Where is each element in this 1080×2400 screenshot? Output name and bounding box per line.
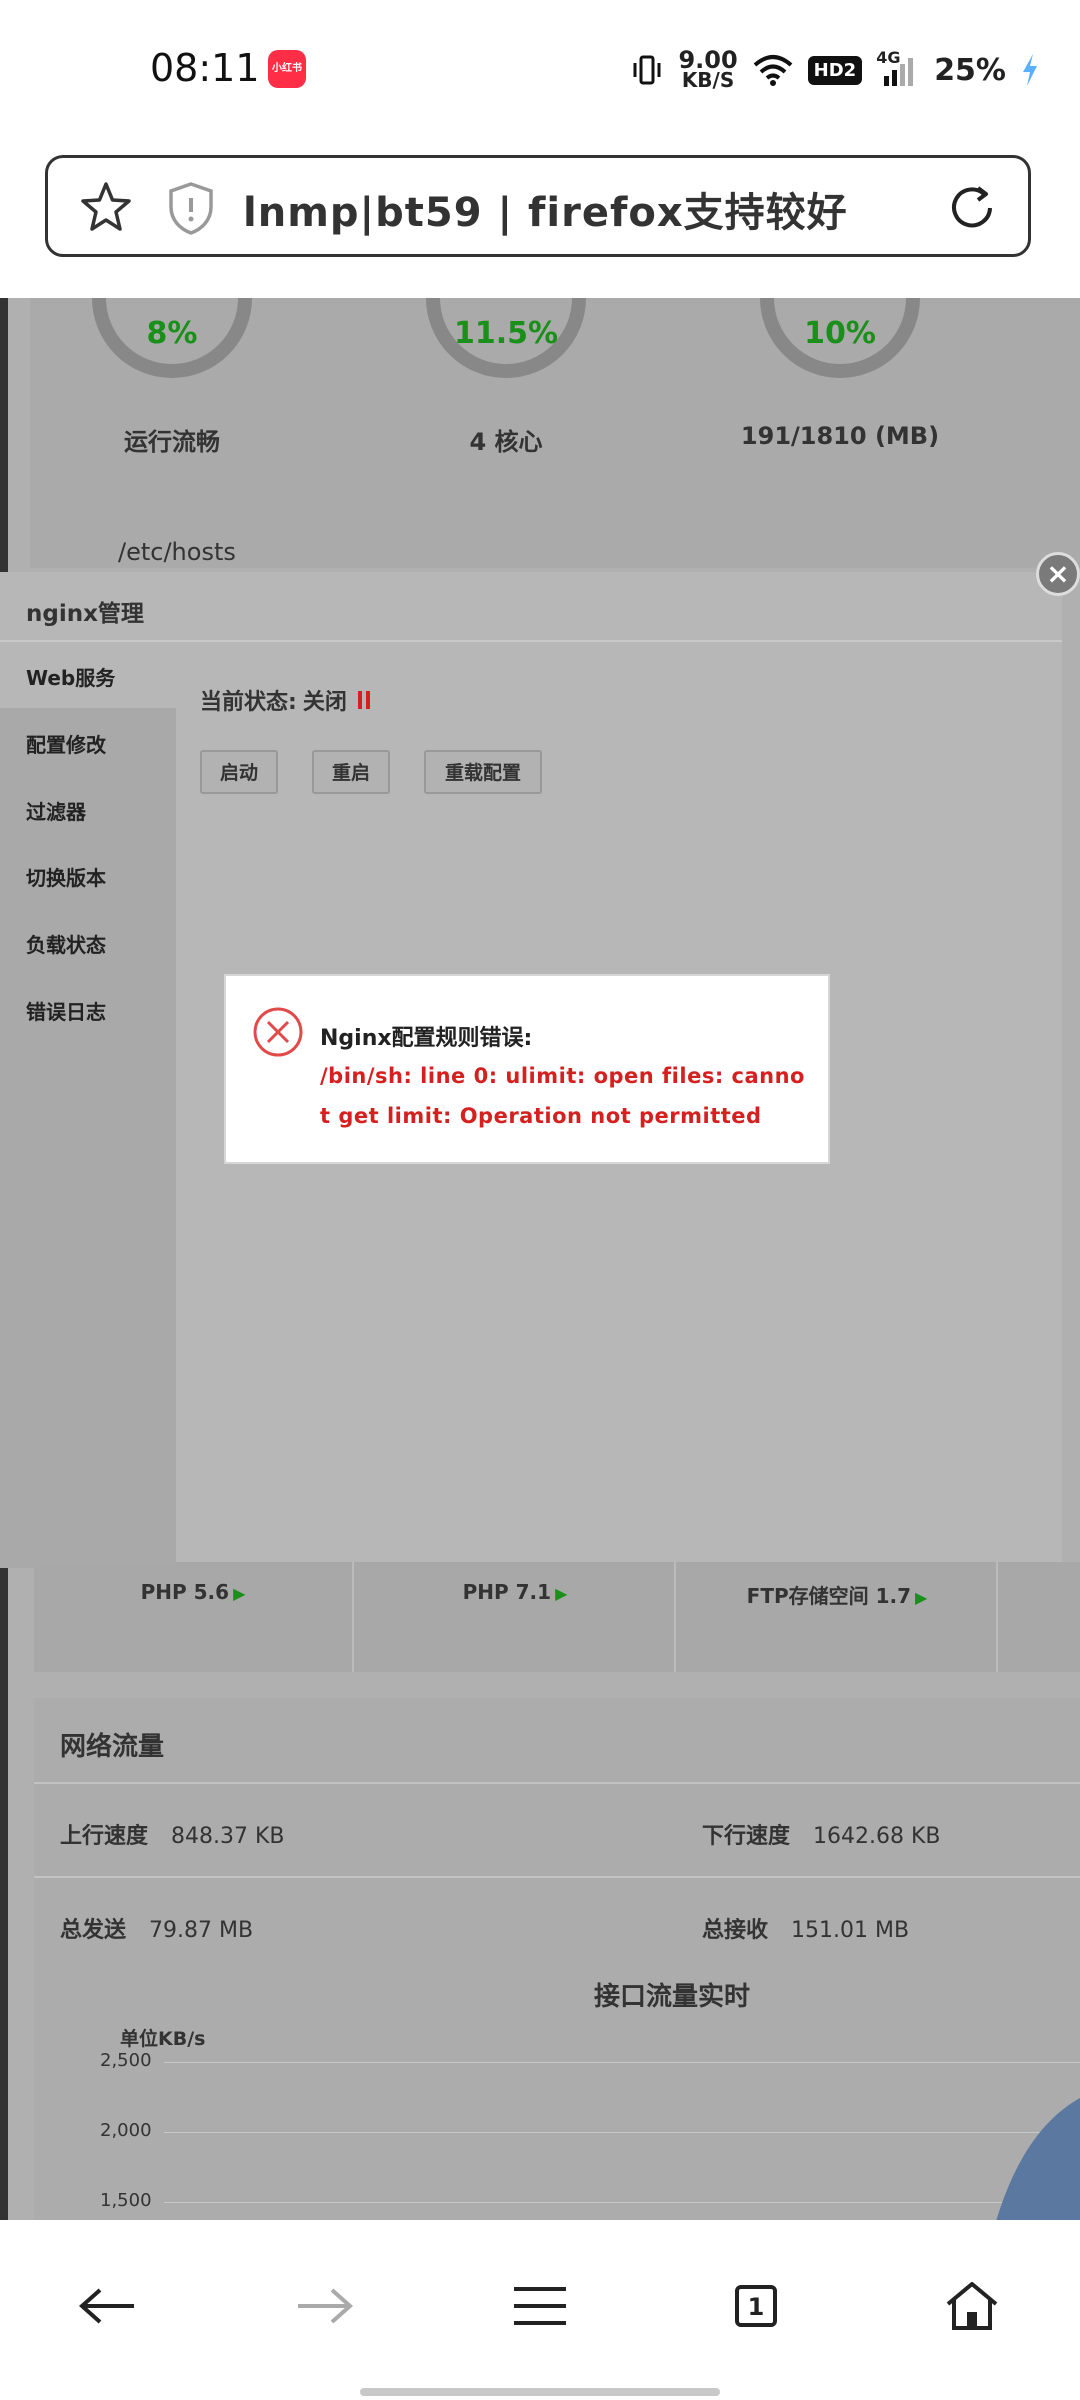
status-time: 08:11 xyxy=(150,46,260,90)
status-indicators: 9.00 KB/S HD2 4G 25% xyxy=(630,40,1040,100)
total-sent: 总发送 79.87 MB xyxy=(60,1918,254,1943)
play-icon: ▶ xyxy=(915,1588,928,1607)
charging-icon xyxy=(1023,54,1037,86)
back-button[interactable] xyxy=(68,2266,148,2346)
back-arrow-icon xyxy=(78,2288,134,2324)
menu-button[interactable] xyxy=(500,2266,580,2346)
sidebar-item-filter[interactable]: 过滤器 xyxy=(26,796,86,825)
tabs-button[interactable]: 1 xyxy=(716,2266,796,2346)
home-button[interactable] xyxy=(932,2266,1012,2346)
forward-arrow-icon xyxy=(298,2288,354,2324)
gauge-value: 8% xyxy=(146,316,198,351)
hd-voice-icon: HD2 xyxy=(807,55,863,85)
y-tick: 1,500 xyxy=(100,2190,152,2211)
tab-count-icon: 1 xyxy=(735,2285,777,2327)
error-message: /bin/sh: line 0: ulimit: open files: can… xyxy=(320,1064,805,1128)
sidebar-item-version[interactable]: 切换版本 xyxy=(26,862,106,891)
status-bar: 08:11 小红书 9.00 KB/S HD2 4G 25% xyxy=(0,0,1080,140)
browser-bottom-nav: 1 xyxy=(0,2220,1080,2400)
chart-title: 接口流量实时 xyxy=(594,1982,751,2012)
restart-button[interactable]: 重启 xyxy=(312,750,390,794)
php71-item[interactable]: PHP 7.1 ▶ xyxy=(356,1562,676,1672)
page-title[interactable]: lnmp|bt59 | firefox支持较好 xyxy=(243,180,848,238)
download-speed: 下行速度 1642.68 KB xyxy=(702,1824,941,1849)
bookmark-star-icon[interactable] xyxy=(78,180,134,236)
sidebar-item-web-service[interactable]: Web服务 xyxy=(26,662,115,691)
y-tick: 2,500 xyxy=(100,2050,152,2071)
service-status: 当前状态: 关闭 xyxy=(200,684,371,716)
gauge-value: 11.5% xyxy=(453,316,559,351)
gridline xyxy=(164,2062,1080,2063)
play-icon: ▶ xyxy=(233,1584,246,1603)
stopped-icon xyxy=(357,691,370,709)
traffic-area xyxy=(996,2098,1080,2220)
error-x-icon xyxy=(253,1007,303,1057)
modal-close-button[interactable]: × xyxy=(1036,552,1080,596)
sidebar-item-load-status[interactable]: 负载状态 xyxy=(26,929,106,958)
app-notification-icon: 小红书 xyxy=(268,50,306,88)
php56-item[interactable]: PHP 5.6 ▶ xyxy=(34,1562,354,1672)
total-received: 总接收 151.01 MB xyxy=(702,1918,910,1943)
system-stats-panel: 8% 运行流畅 11.5% 4 核心 10% 191/1810 (MB) /et… xyxy=(30,298,1080,568)
wifi-icon xyxy=(753,55,792,86)
battery-level: 25% xyxy=(934,52,1006,88)
forward-button[interactable] xyxy=(284,2266,364,2346)
gesture-bar[interactable] xyxy=(360,2388,720,2396)
divider xyxy=(34,1876,1080,1878)
chart-unit: 单位KB/s xyxy=(120,2028,206,2050)
gauge-value: 10% xyxy=(804,316,876,351)
network-speed: 9.00 KB/S xyxy=(678,46,738,92)
sidebar-item-config[interactable]: 配置修改 xyxy=(26,729,106,758)
sidebar-item-error-log[interactable]: 错误日志 xyxy=(26,996,106,1025)
status-label: 当前状态: xyxy=(200,690,297,715)
start-button[interactable]: 启动 xyxy=(200,750,278,794)
gauge-label: 运行流畅 xyxy=(124,428,220,456)
cell-signal-icon: 4G xyxy=(876,48,920,88)
shield-icon[interactable] xyxy=(166,180,216,236)
software-row: PHP 5.6 ▶ PHP 7.1 ▶ FTP存储空间 1.7 ▶ xyxy=(34,1562,1080,1672)
gridline xyxy=(164,2132,1080,2133)
modal-sidebar xyxy=(0,642,176,1568)
network-traffic-panel: 网络流量 上行速度 848.37 KB 下行速度 1642.68 KB 总发送 … xyxy=(34,1698,1080,2220)
web-content: 8% 运行流畅 11.5% 4 核心 10% 191/1810 (MB) /et… xyxy=(0,298,1080,2220)
upload-speed: 上行速度 848.37 KB xyxy=(60,1824,285,1849)
panel-heading: 网络流量 xyxy=(60,1732,165,1762)
home-icon xyxy=(946,2282,998,2330)
modal-title: nginx管理 xyxy=(26,601,144,627)
gridline xyxy=(164,2202,1080,2203)
hosts-path: /etc/hosts xyxy=(118,538,236,566)
divider xyxy=(34,1782,1080,1784)
hamburger-menu-icon xyxy=(514,2287,566,2325)
y-tick: 2,000 xyxy=(100,2120,152,2141)
status-value: 关闭 xyxy=(302,690,347,715)
play-icon: ▶ xyxy=(555,1584,568,1603)
gauge-label: 191/1810 (MB) xyxy=(740,422,940,450)
reload-icon[interactable] xyxy=(944,180,1000,236)
error-title: Nginx配置规则错误: xyxy=(320,1026,533,1051)
vibrate-icon xyxy=(633,55,661,85)
ftp-storage-item[interactable]: FTP存储空间 1.7 ▶ xyxy=(678,1562,998,1672)
reload-config-button[interactable]: 重载配置 xyxy=(424,750,542,794)
address-bar[interactable]: lnmp|bt59 | firefox支持较好 xyxy=(45,155,1031,257)
error-dialog: Nginx配置规则错误: /bin/sh: line 0: ulimit: op… xyxy=(224,974,830,1164)
gauge-label: 4 核心 xyxy=(469,428,543,456)
